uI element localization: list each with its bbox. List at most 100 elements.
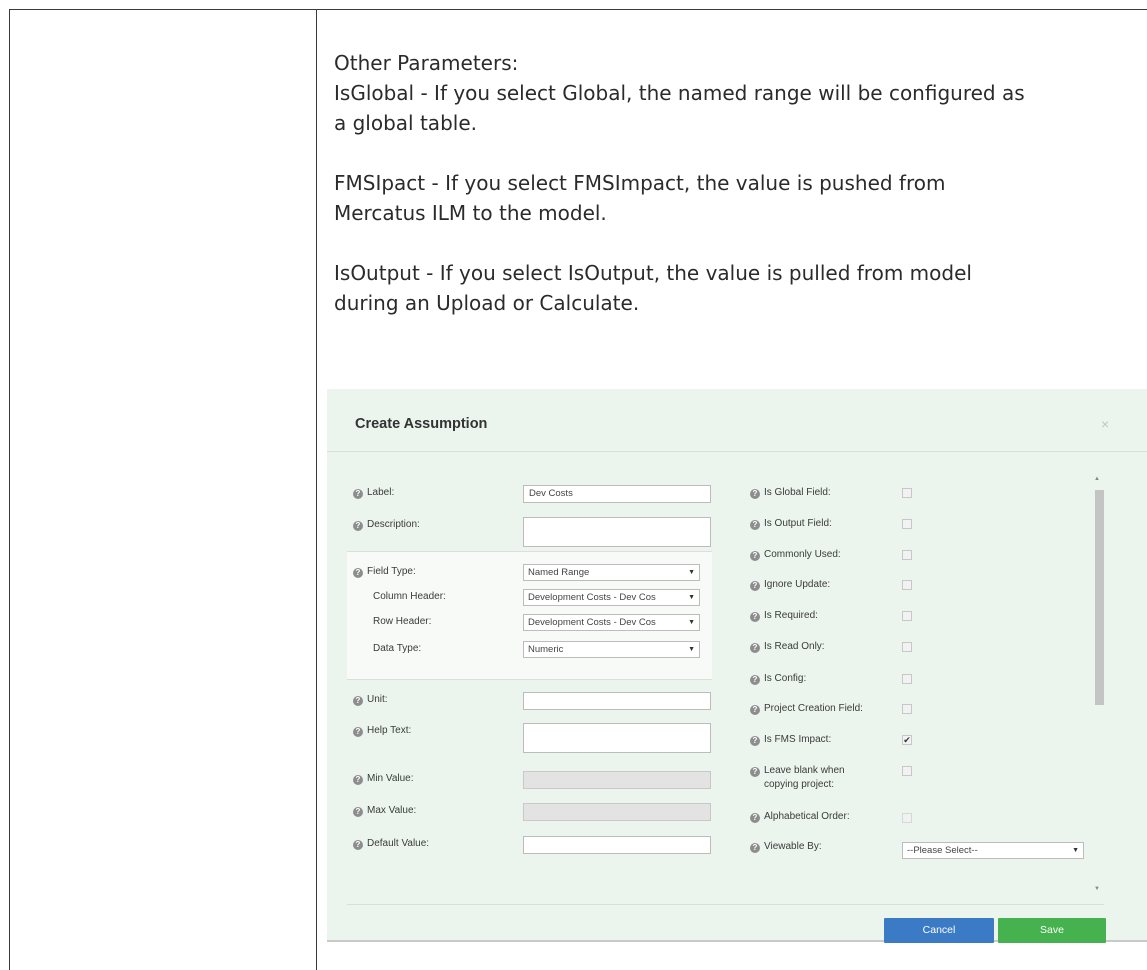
header-divider xyxy=(327,451,1147,452)
min-value-row: ? Min Value: xyxy=(353,773,414,785)
leave-blank-label-line1: Leave blank when xyxy=(764,765,845,776)
doc-line: during an Upload or Calculate. xyxy=(334,291,640,315)
help-icon[interactable]: ? xyxy=(750,767,760,777)
help-icon[interactable]: ? xyxy=(353,727,363,737)
form-scrollbar[interactable]: ▲ ▼ xyxy=(1092,472,1104,895)
help-icon[interactable]: ? xyxy=(750,489,760,499)
is-global-checkbox[interactable] xyxy=(902,488,912,498)
help-icon[interactable]: ? xyxy=(353,521,363,531)
is-required-checkbox[interactable] xyxy=(902,611,912,621)
dropdown-arrow-icon: ▼ xyxy=(688,569,695,576)
column-header-label: Column Header: xyxy=(373,591,446,602)
help-icon[interactable]: ? xyxy=(750,612,760,622)
help-icon[interactable]: ? xyxy=(750,643,760,653)
row-header-label: Row Header: xyxy=(373,616,432,627)
alphabetical-order-checkbox[interactable] xyxy=(902,813,912,823)
commonly-used-row: ? Commonly Used: xyxy=(750,549,841,561)
min-value-label: Min Value: xyxy=(367,773,414,784)
scrollbar-thumb[interactable] xyxy=(1095,490,1104,705)
dropdown-arrow-icon: ▼ xyxy=(688,619,695,626)
commonly-used-label: Commonly Used: xyxy=(764,549,841,560)
field-type-value: Named Range xyxy=(528,567,590,578)
max-value-input[interactable] xyxy=(523,803,711,821)
leave-blank-row: ? Leave blank when xyxy=(750,765,845,777)
is-output-row: ? Is Output Field: xyxy=(750,518,832,530)
unit-row: ? Unit: xyxy=(353,694,388,706)
doc-line: Mercatus ILM to the model. xyxy=(334,201,607,225)
is-read-only-label: Is Read Only: xyxy=(764,641,825,652)
ignore-update-checkbox[interactable] xyxy=(902,580,912,590)
help-icon[interactable]: ? xyxy=(353,807,363,817)
is-read-only-row: ? Is Read Only: xyxy=(750,641,825,653)
help-text-label: Help Text: xyxy=(367,725,412,736)
max-value-row: ? Max Value: xyxy=(353,805,416,817)
row-header-row: Row Header: xyxy=(373,616,431,627)
project-creation-checkbox[interactable] xyxy=(902,704,912,714)
max-value-label: Max Value: xyxy=(367,805,417,816)
help-icon[interactable]: ? xyxy=(353,696,363,706)
unit-label: Unit: xyxy=(367,694,388,705)
help-icon[interactable]: ? xyxy=(750,581,760,591)
scroll-up-icon[interactable]: ▲ xyxy=(1094,476,1100,482)
save-button[interactable]: Save xyxy=(998,918,1106,943)
label-input[interactable]: Dev Costs xyxy=(523,485,711,503)
ignore-update-label: Ignore Update: xyxy=(764,579,831,590)
cancel-button[interactable]: Cancel xyxy=(884,918,994,943)
column-header-select[interactable]: Development Costs - Dev Cos ▼ xyxy=(523,589,700,606)
dropdown-arrow-icon: ▼ xyxy=(688,646,695,653)
leave-blank-checkbox[interactable] xyxy=(902,766,912,776)
help-icon[interactable]: ? xyxy=(750,813,760,823)
dropdown-arrow-icon: ▼ xyxy=(688,594,695,601)
alphabetical-order-row: ? Alphabetical Order: xyxy=(750,811,850,823)
data-type-select[interactable]: Numeric ▼ xyxy=(523,641,700,658)
dialog-title: Create Assumption xyxy=(355,416,488,432)
table-column-divider xyxy=(316,9,317,970)
help-icon[interactable]: ? xyxy=(750,705,760,715)
help-icon[interactable]: ? xyxy=(750,551,760,561)
help-icon[interactable]: ? xyxy=(353,775,363,785)
leave-blank-row-line2: copying project: xyxy=(764,779,834,790)
is-output-checkbox[interactable] xyxy=(902,519,912,529)
create-assumption-dialog: Create Assumption × ? Label: Dev Costs ? D… xyxy=(327,389,1147,943)
min-value-input[interactable] xyxy=(523,771,711,789)
row-header-value: Development Costs - Dev Cos xyxy=(528,617,656,628)
doc-line: IsOutput - If you select IsOutput, the v… xyxy=(334,261,972,285)
scroll-down-icon[interactable]: ▼ xyxy=(1094,886,1100,892)
commonly-used-checkbox[interactable] xyxy=(902,550,912,560)
data-type-value: Numeric xyxy=(528,644,564,655)
unit-input[interactable] xyxy=(523,692,711,710)
is-config-checkbox[interactable] xyxy=(902,674,912,684)
doc-line: a global table. xyxy=(334,111,477,135)
is-output-label: Is Output Field: xyxy=(764,518,832,529)
is-global-row: ? Is Global Field: xyxy=(750,487,831,499)
row-header-select[interactable]: Development Costs - Dev Cos ▼ xyxy=(523,614,700,631)
field-type-select[interactable]: Named Range ▼ xyxy=(523,564,700,581)
help-icon[interactable]: ? xyxy=(750,520,760,530)
description-textarea[interactable] xyxy=(523,517,711,547)
default-value-row: ? Default Value: xyxy=(353,838,429,850)
is-fms-impact-row: ? Is FMS Impact: xyxy=(750,734,831,746)
help-icon[interactable]: ? xyxy=(750,843,760,853)
help-text-textarea[interactable] xyxy=(523,723,711,753)
help-icon[interactable]: ? xyxy=(750,675,760,685)
viewable-by-value: --Please Select-- xyxy=(907,845,978,856)
alphabetical-order-label: Alphabetical Order: xyxy=(764,811,850,822)
close-icon[interactable]: × xyxy=(1101,416,1109,432)
description-label: Description: xyxy=(367,519,420,530)
is-fms-impact-checkbox[interactable]: ✔ xyxy=(902,735,912,745)
is-config-label: Is Config: xyxy=(764,673,807,684)
help-icon[interactable]: ? xyxy=(750,736,760,746)
is-global-label: Is Global Field: xyxy=(764,487,831,498)
default-value-input[interactable] xyxy=(523,836,711,854)
viewable-by-select[interactable]: --Please Select-- ▼ xyxy=(902,842,1084,859)
doc-line: Other Parameters: xyxy=(334,51,519,75)
help-icon[interactable]: ? xyxy=(353,489,363,499)
leave-blank-label-line2: copying project: xyxy=(764,779,835,790)
label-row: ? Label: xyxy=(353,487,394,499)
help-icon[interactable]: ? xyxy=(353,840,363,850)
default-value-label: Default Value: xyxy=(367,838,430,849)
is-read-only-checkbox[interactable] xyxy=(902,642,912,652)
data-type-label: Data Type: xyxy=(373,643,422,654)
help-icon[interactable]: ? xyxy=(353,568,363,578)
